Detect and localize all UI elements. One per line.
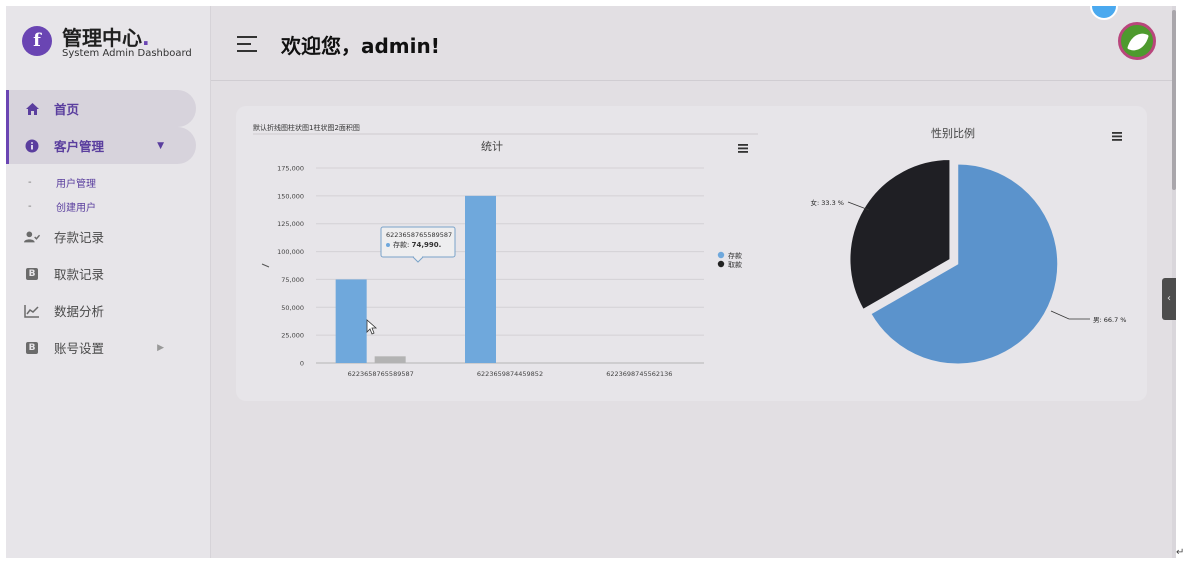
tooltip-series: 存款: 74,990.: [393, 240, 441, 249]
tooltip-category: 6223658765589587: [386, 231, 452, 239]
pie-chart-title: 性别比例: [931, 126, 975, 140]
y-tick-label: 0: [300, 360, 304, 368]
pie-chart-slices: [849, 158, 1059, 365]
pie-label-male: 男: 66.7 %: [1093, 316, 1126, 324]
sidebar-subitem-user-manage[interactable]: - 用户管理: [6, 170, 210, 194]
legend-label-deposit: 存款: [728, 251, 742, 260]
pie-connector-male: [1050, 310, 1090, 320]
y-tick-label: 175,000: [277, 165, 304, 173]
dash-icon: -: [28, 176, 32, 188]
sidebar-subitem-create-user[interactable]: - 创建用户: [6, 194, 210, 218]
sidebar-subitem-label: 创建用户: [56, 202, 96, 214]
y-tick-label: 125,000: [277, 220, 304, 228]
top-header: 欢迎您，admin!: [211, 6, 1176, 81]
caret-right-icon: ▶: [157, 342, 164, 353]
brand-title-dot: .: [142, 26, 150, 50]
bar-chart-y-axis: 175,000 150,000 125,000 100,000 75,000 50,000…: [277, 165, 304, 368]
y-tick-label: 25,000: [281, 332, 304, 340]
legend-swatch-withdraw: [717, 260, 725, 268]
scrollbar-thumb[interactable]: [1172, 10, 1176, 190]
caret-down-icon: ▼: [157, 140, 164, 151]
brand-subtitle: System Admin Dashboard: [62, 48, 192, 59]
sidebar-item-label: 首页: [54, 102, 80, 117]
sidebar-item-label: 数据分析: [54, 304, 105, 319]
bar-chart-legend[interactable]: 存款 取款: [717, 251, 742, 269]
y-tick-label: 150,000: [277, 192, 304, 200]
sidebar-item-account[interactable]: B 账号设置 ▶: [6, 329, 210, 366]
charts-svg: 默认折线图柱状图1柱状图2面积图 统计 175,000 150,000 125,00…: [253, 123, 1126, 378]
tooltip-swatch: [386, 243, 390, 247]
bar-0-0[interactable]: [335, 279, 367, 363]
pie-chart-menu-icon[interactable]: [1112, 132, 1122, 141]
sidebar-item-label: 客户管理: [54, 139, 105, 154]
x-tick-label: 6223659874459852: [477, 370, 543, 378]
side-panel-toggle-icon[interactable]: ‹: [1162, 278, 1176, 320]
menu-toggle-icon[interactable]: [237, 36, 257, 57]
line-chart-icon: [24, 303, 40, 319]
sidebar-nav: 首页 客户管理 ▼ - 用户管理 - 创建用户 存款记录 B 取款记录 数据分析…: [6, 90, 210, 366]
page-title: 欢迎您，admin!: [281, 34, 440, 58]
sidebar-item-customer[interactable]: 客户管理 ▼: [6, 127, 196, 164]
sidebar-item-home[interactable]: 首页: [6, 90, 196, 127]
sidebar: f 管理中心. System Admin Dashboard 首页 客户管理 ▼…: [6, 6, 211, 558]
bar-chart-menu-icon[interactable]: [738, 144, 748, 153]
app-window: f 管理中心. System Admin Dashboard 首页 客户管理 ▼…: [6, 6, 1176, 558]
avatar[interactable]: [1118, 22, 1156, 60]
sidebar-item-deposit[interactable]: 存款记录: [6, 218, 210, 255]
bootstrap-b-icon: B: [24, 266, 40, 282]
x-tick-label: 6223698745562136: [606, 370, 672, 378]
brand[interactable]: f 管理中心. System Admin Dashboard: [22, 22, 202, 66]
bar-grey-0[interactable]: [374, 356, 406, 363]
dash-icon: -: [28, 200, 32, 212]
bar-chart-title: 统计: [481, 140, 503, 153]
pie-label-female: 女: 33.3 %: [811, 198, 844, 207]
brand-logo-icon: f: [22, 26, 52, 56]
legend-label-withdraw: 取款: [728, 260, 742, 269]
info-circle-icon: [24, 138, 40, 154]
charts-card: 默认折线图柱状图1柱状图2面积图 统计 175,000 150,000 125,00…: [236, 106, 1147, 401]
mouse-cursor-icon: [366, 319, 378, 335]
y-tick-label: 100,000: [277, 248, 304, 256]
bar-tooltip: 6223658765589587 存款: 74,990.: [380, 226, 456, 263]
legend-swatch-deposit: [717, 251, 725, 259]
bar-chart-x-axis: 6223658765589587 6223659874459852 62236987…: [348, 370, 673, 378]
sidebar-item-analysis[interactable]: 数据分析: [6, 292, 210, 329]
y-tick-label: 50,000: [281, 304, 304, 312]
sidebar-item-label: 账号设置: [54, 341, 105, 356]
home-icon: [24, 101, 40, 117]
stray-tick: [261, 263, 270, 268]
user-check-icon: [24, 229, 40, 245]
sidebar-item-label: 取款记录: [54, 267, 105, 282]
return-mark-icon: ↵: [1176, 547, 1184, 558]
y-tick-label: 75,000: [281, 276, 304, 284]
bar-chart-grid: [316, 167, 704, 364]
brand-title: 管理中心.: [62, 26, 150, 50]
x-tick-label: 6223658765589587: [348, 370, 414, 378]
sidebar-subitem-label: 用户管理: [56, 178, 96, 190]
bar-0-1[interactable]: [465, 195, 496, 363]
bootstrap-b-icon: B: [24, 340, 40, 356]
sidebar-item-withdraw[interactable]: B 取款记录: [6, 255, 210, 292]
chart-switch-hint[interactable]: 默认折线图柱状图1柱状图2面积图: [253, 123, 360, 132]
sidebar-item-label: 存款记录: [54, 230, 105, 245]
leaf-icon: [1127, 29, 1149, 55]
